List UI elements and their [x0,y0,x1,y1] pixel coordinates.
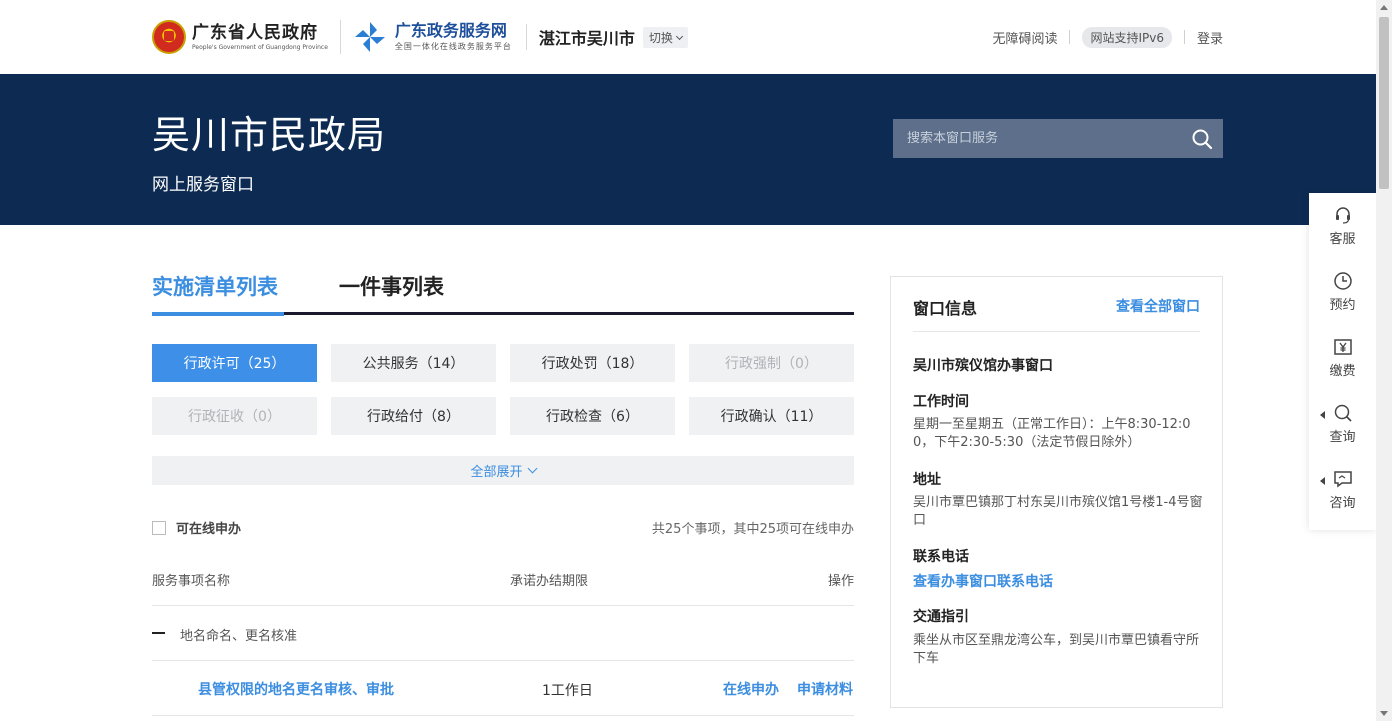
address-value: 吴川市覃巴镇那丁村东吴川市殡仪馆1号楼1-4号窗 口 [913,495,1203,528]
divider [339,20,341,54]
login-link[interactable]: 登录 [1197,28,1223,47]
page-subtitle: 网上服务窗口 [152,175,254,195]
headset-icon [1335,207,1350,224]
side-float-menu: 客服 预约 缴费 查询 咨询 [1309,193,1376,530]
service-name: 广东政务服务网 [394,21,507,40]
city-switch-button[interactable]: 切换 [642,26,688,48]
divider [1069,30,1071,44]
chevron-down-icon [527,463,537,474]
traffic-value: 乘坐从市区至鼎龙湾公车，到吴川市覃巴镇看守所 下车 [913,633,1200,666]
window-info-panel: 窗口信息 查看全部窗口 吴川市殡仪馆办事窗口 工作时间 星期一至星期五（正常工作… [890,276,1223,708]
item-count-text: 共25个事项，其中25项可在线申办 [651,522,854,537]
category-administrative-inspection[interactable]: 行政检查（6） [510,397,675,435]
list-tabs: 实施清单列表 一件事列表 [152,270,854,316]
search-icon[interactable] [1191,128,1213,150]
category-administrative-penalty[interactable]: 行政处罚（18） [510,344,675,382]
expand-all-button[interactable]: 全部展开 [152,456,854,485]
online-apply-link[interactable]: 在线申办 [723,679,779,699]
online-filter[interactable]: 可在线申办 [152,518,241,537]
window-info-title: 窗口信息 [913,299,978,318]
traffic-label: 交通指引 [913,609,969,625]
divider [525,24,527,50]
application-materials-link[interactable]: 申请材料 [797,679,853,699]
window-name: 吴川市殡仪馆办事窗口 [913,358,1053,374]
service-item-link[interactable]: 县管权限的地名更名审核、审批 [198,679,394,699]
search-icon [1334,404,1352,422]
page-scrollbar[interactable] [1376,0,1392,721]
phone-label: 联系电话 [913,549,969,565]
gov-name-en: People's Government of Guangdong Provinc… [192,43,328,51]
collapse-icon[interactable] [152,632,165,634]
table-group-row[interactable]: 地名命名、更名核准 [152,607,854,661]
online-filter-label: 可在线申办 [176,522,242,537]
caret-left-icon [1320,411,1325,419]
header-action: 操作 [827,574,854,589]
national-emblem-icon [152,20,186,54]
service-subtitle: 全国一体化在线政务服务平台 [394,42,512,51]
view-phone-link[interactable]: 查看办事窗口联系电话 [913,571,1053,591]
header-service-name: 服务事项名称 [152,574,231,589]
service-logo[interactable]: 广东政务服务网 全国一体化在线政务服务平台 [353,20,512,54]
online-checkbox[interactable] [152,520,166,535]
scrollbar-thumb[interactable] [1379,17,1389,189]
side-item-query[interactable]: 查询 [1309,391,1376,457]
divider [1183,30,1185,44]
tab-one-thing-list[interactable]: 一件事列表 [339,272,444,302]
page-title: 吴川市民政局 [152,113,387,157]
chevron-down-icon [675,32,683,40]
yuan-icon [1333,339,1352,355]
table-header: 服务事项名称 承诺办结期限 操作 [152,558,854,606]
tab-implementation-list[interactable]: 实施清单列表 [152,272,284,316]
pinwheel-icon [353,20,387,54]
scroll-down-icon[interactable] [1380,711,1388,716]
search-input[interactable] [907,131,1177,146]
window-search [893,119,1223,158]
accessible-reading-link[interactable]: 无障碍阅读 [992,28,1057,47]
side-item-consult[interactable]: 咨询 [1309,457,1376,523]
view-all-windows-link[interactable]: 查看全部窗口 [1116,296,1200,316]
scroll-up-icon[interactable] [1380,5,1388,10]
gov-name: 广东省人民政府 [192,22,318,43]
ipv6-badge: 网站支持IPv6 [1082,26,1172,48]
side-item-payment[interactable]: 缴费 [1309,325,1376,391]
category-administrative-confirmation[interactable]: 行政确认（11） [689,397,854,435]
table-row: 县管权限的地名更名审核、审批 1工作日 在线申办 申请材料 [152,662,854,716]
hours-value: 星期一至星期五（正常工作日）：上午8:30-12:0 0，下午2:30-5:30… [913,417,1191,450]
side-item-customer-service[interactable]: 客服 [1309,193,1376,259]
category-public-service[interactable]: 公共服务（14） [331,344,496,382]
category-administrative-enforcement: 行政强制（0） [689,344,854,382]
category-administrative-payment[interactable]: 行政给付（8） [331,397,496,435]
group-label: 地名命名、更名核准 [180,629,298,644]
top-bar: 广东省人民政府 People's Government of Guangdong… [0,0,1392,74]
caret-left-icon [1320,477,1325,485]
side-item-appointment[interactable]: 预约 [1309,259,1376,325]
clock-icon [1333,272,1352,290]
address-label: 地址 [913,472,941,488]
gov-logo[interactable]: 广东省人民政府 People's Government of Guangdong… [152,20,328,54]
current-city: 湛江市吴川市 [538,29,635,48]
hours-label: 工作时间 [913,394,969,410]
banner: 吴川市民政局 网上服务窗口 [0,74,1376,225]
category-administrative-license[interactable]: 行政许可（25） [152,344,317,382]
category-administrative-levy: 行政征收（0） [152,397,317,435]
deadline-value: 1工作日 [542,683,593,699]
header-deadline: 承诺办结期限 [510,574,589,589]
chat-icon [1333,471,1352,488]
